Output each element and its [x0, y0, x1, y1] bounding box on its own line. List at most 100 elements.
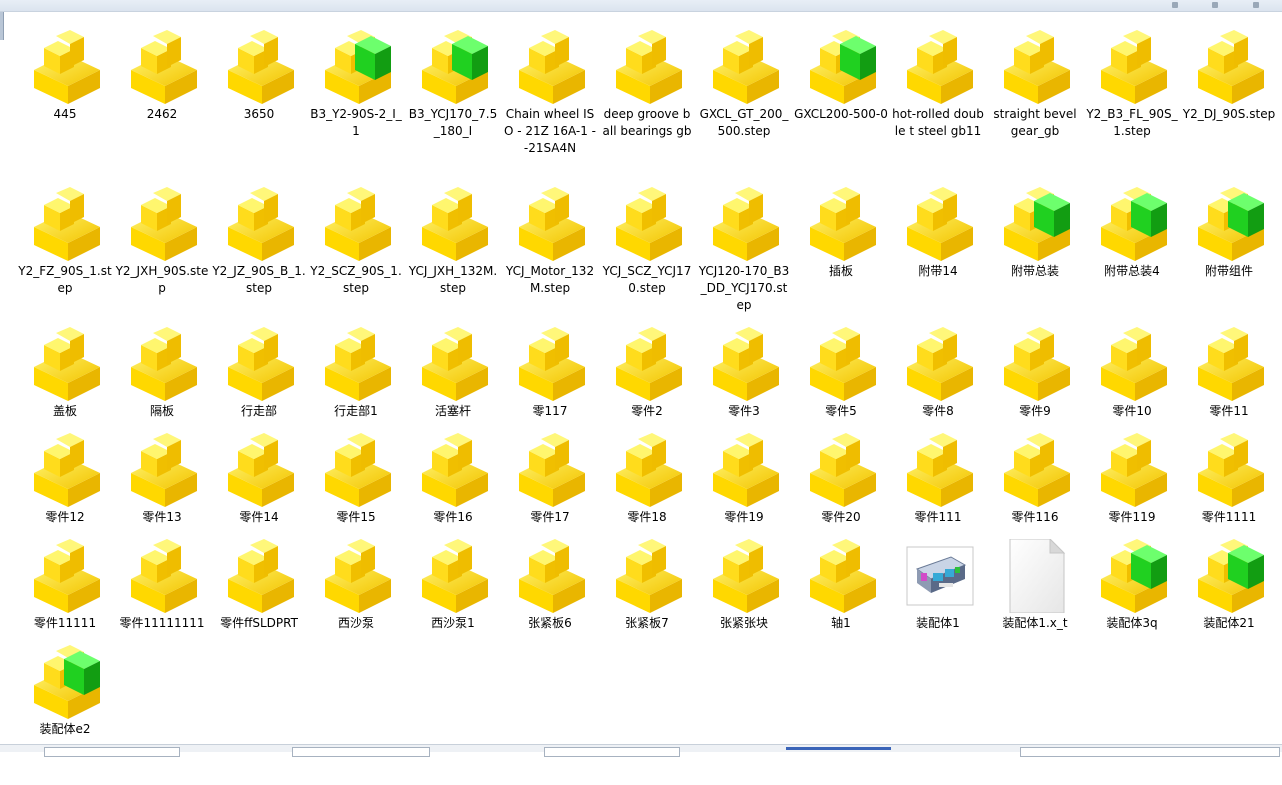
- yellow-part-icon: [903, 433, 977, 507]
- file-name-label: B3_Y2-90S-2_I_1: [310, 107, 402, 138]
- file-item[interactable]: 轴1: [794, 539, 888, 679]
- file-item[interactable]: YCJ_SCZ_YCJ170.step: [600, 187, 694, 327]
- yellow-part-icon: [612, 327, 686, 401]
- file-item[interactable]: Y2_FZ_90S_1.step: [18, 187, 112, 327]
- file-name-label: 零件3: [728, 404, 760, 418]
- file-name-label: YCJ120-170_B3_DD_YCJ170.step: [698, 264, 790, 312]
- file-item[interactable]: hot-rolled double t steel gb11: [891, 30, 985, 170]
- yellow-part-icon: [612, 539, 686, 613]
- file-item[interactable]: 西沙泵: [309, 539, 403, 679]
- file-item[interactable]: 2462: [115, 30, 209, 170]
- yellow-part-icon: [30, 433, 104, 507]
- file-item[interactable]: 装配体21: [1182, 539, 1276, 679]
- yellow-part-icon: [709, 327, 783, 401]
- file-name-label: 盖板: [52, 404, 77, 418]
- file-item[interactable]: 张紧张块: [697, 539, 791, 679]
- yellow-part-icon: [515, 539, 589, 613]
- file-name-label: Y2_DJ_90S.step: [1182, 107, 1276, 121]
- file-item[interactable]: 附带组件: [1182, 187, 1276, 327]
- yellow-part-icon: [515, 327, 589, 401]
- yellow-part-icon: [127, 539, 201, 613]
- file-item[interactable]: 零件11111111: [115, 539, 209, 679]
- yellow-part-icon: [224, 187, 298, 261]
- file-item[interactable]: deep groove ball bearings gb: [600, 30, 694, 170]
- file-item[interactable]: Chain wheel ISO - 21Z 16A-1 --21SA4N: [503, 30, 597, 170]
- file-item[interactable]: straight bevel gear_gb: [988, 30, 1082, 170]
- file-item[interactable]: 装配体e2: [18, 645, 112, 785]
- file-name-label: 零件17: [530, 510, 570, 524]
- file-name-label: Y2_JXH_90S.step: [115, 264, 209, 295]
- yellow-part-icon: [127, 327, 201, 401]
- file-name-label: 零件11111: [33, 616, 97, 630]
- file-item[interactable]: B3_YCJ170_7.5_180_I: [406, 30, 500, 170]
- file-item[interactable]: 装配体3q: [1085, 539, 1179, 679]
- yellow-part-icon: [30, 30, 104, 104]
- yellow-part-icon: [806, 327, 880, 401]
- file-name-label: 装配体e2: [39, 722, 91, 736]
- file-name-label: Y2_JZ_90S_B_1.step: [212, 264, 306, 295]
- yellow-green-assembly-icon: [806, 30, 880, 104]
- file-name-label: 零件13: [142, 510, 182, 524]
- file-name-label: 零件111: [914, 510, 962, 524]
- file-item[interactable]: 445: [18, 30, 112, 170]
- yellow-part-icon: [515, 30, 589, 104]
- file-item[interactable]: YCJ_Motor_132M.step: [503, 187, 597, 327]
- file-item[interactable]: 装配体1: [891, 539, 985, 679]
- file-name-label: hot-rolled double t steel gb11: [892, 107, 984, 138]
- file-name-label: Chain wheel ISO - 21Z 16A-1 --21SA4N: [503, 107, 597, 155]
- file-item[interactable]: 附带14: [891, 187, 985, 327]
- configuration-field[interactable]: [544, 747, 680, 757]
- file-item[interactable]: B3_Y2-90S-2_I_1: [309, 30, 403, 170]
- file-name-field[interactable]: [44, 747, 180, 757]
- file-item[interactable]: 附带总装4: [1085, 187, 1179, 327]
- yellow-part-icon: [30, 327, 104, 401]
- file-item[interactable]: Y2_JZ_90S_B_1.step: [212, 187, 306, 327]
- yellow-part-icon: [515, 433, 589, 507]
- yellow-green-assembly-icon: [1097, 539, 1171, 613]
- file-item[interactable]: Y2_SCZ_90S_1.step: [309, 187, 403, 327]
- file-item[interactable]: 装配体1.x_t: [988, 537, 1082, 679]
- file-item[interactable]: 张紧板7: [600, 539, 694, 679]
- file-item[interactable]: Y2_JXH_90S.step: [115, 187, 209, 327]
- file-name-label: GXCL_GT_200_500.step: [699, 107, 789, 138]
- options-link[interactable]: [786, 747, 891, 750]
- yellow-part-icon: [1000, 433, 1074, 507]
- file-item[interactable]: Y2_DJ_90S.step: [1182, 30, 1276, 170]
- file-name-label: YCJ_Motor_132M.step: [505, 264, 595, 295]
- yellow-part-icon: [321, 433, 395, 507]
- file-type-field[interactable]: [292, 747, 430, 757]
- file-item[interactable]: GXCL_GT_200_500.step: [697, 30, 791, 170]
- file-name-label: 零件14: [239, 510, 279, 524]
- file-name-label: 零件1111: [1201, 510, 1257, 524]
- file-item[interactable]: 附带总装: [988, 187, 1082, 327]
- file-item[interactable]: YCJ_JXH_132M.step: [406, 187, 500, 327]
- yellow-part-icon: [1097, 30, 1171, 104]
- yellow-part-icon: [612, 433, 686, 507]
- file-item[interactable]: 零件ffSLDPRT: [212, 539, 306, 679]
- file-item[interactable]: Y2_B3_FL_90S_1.step: [1085, 30, 1179, 170]
- yellow-part-icon: [806, 433, 880, 507]
- file-name-label: 零件11: [1209, 404, 1249, 418]
- file-name-label: 零件5: [825, 404, 857, 418]
- file-name-label: GXCL200-500-0: [794, 107, 888, 121]
- file-name-label: 张紧板6: [528, 616, 572, 630]
- yellow-part-icon: [1097, 433, 1171, 507]
- file-name-label: 装配体3q: [1106, 616, 1158, 630]
- yellow-part-icon: [1194, 30, 1268, 104]
- file-name-label: 零件9: [1019, 404, 1051, 418]
- yellow-part-icon: [224, 433, 298, 507]
- blank-file-icon: [1000, 537, 1074, 614]
- file-name-label: 附带总装: [1010, 264, 1059, 278]
- file-name-label: 附带组件: [1204, 264, 1253, 278]
- file-item[interactable]: 插板: [794, 187, 888, 327]
- file-item[interactable]: 张紧板6: [503, 539, 597, 679]
- file-item[interactable]: GXCL200-500-0: [794, 30, 888, 170]
- search-field[interactable]: [1020, 747, 1280, 757]
- yellow-green-assembly-icon: [1194, 187, 1268, 261]
- file-item[interactable]: YCJ120-170_B3_DD_YCJ170.step: [697, 187, 791, 327]
- yellow-part-icon: [418, 433, 492, 507]
- file-item[interactable]: 西沙泵1: [406, 539, 500, 679]
- file-icon-grid: 445 2462 3650 B3_Y2-90S-2_I_1 B3_YCJ170_7.5_…: [0, 0, 1282, 745]
- file-item[interactable]: 3650: [212, 30, 306, 170]
- file-name-label: 隔板: [149, 404, 174, 418]
